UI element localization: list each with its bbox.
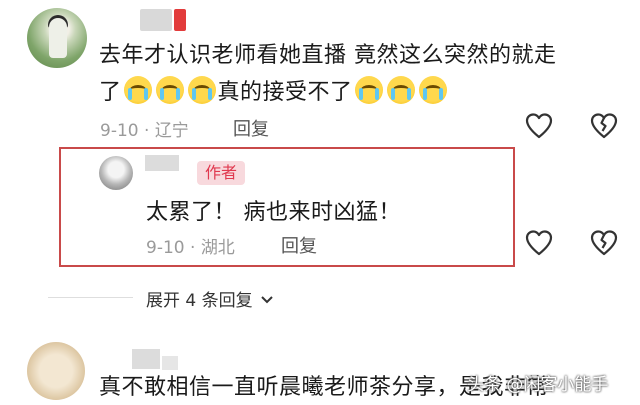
expand-replies-button[interactable]: 展开 4 条回复 [146, 286, 274, 311]
crying-face-icon [155, 76, 184, 104]
meta-separator: · [190, 238, 196, 258]
commenter-name-blurred[interactable] [132, 349, 160, 369]
comment-text-mid: 真的接受不了 [217, 80, 353, 105]
commenter-name-redaction [174, 9, 186, 31]
expand-divider [48, 297, 133, 298]
reply-meta: 9-10 · 湖北 [146, 233, 235, 258]
crying-face-icon [187, 76, 216, 104]
author-badge: 作者 [197, 161, 245, 185]
reply-location: 湖北 [200, 238, 235, 258]
crying-face-icon [123, 76, 152, 104]
author-name-blurred[interactable] [145, 155, 179, 171]
watermark: 头条 @闲客小能手 [467, 375, 609, 395]
comment-meta: 9-10 · 辽宁 [100, 116, 189, 141]
commenter-avatar[interactable] [27, 342, 85, 400]
comment-date: 9-10 [100, 121, 139, 141]
meta-separator: · [144, 121, 150, 141]
crying-face-icon [418, 76, 447, 104]
comment-location: 辽宁 [154, 121, 189, 141]
comment-text-line2: 了 真的接受不了 [99, 76, 449, 110]
expand-replies-label: 展开 4 条回复 [146, 291, 253, 311]
author-avatar[interactable] [99, 156, 133, 190]
avatar-figure [49, 18, 67, 58]
reply-date: 9-10 [146, 238, 185, 258]
chevron-down-icon [261, 296, 273, 304]
comment-text-prefix: 了 [99, 80, 122, 105]
like-heart-icon[interactable] [524, 228, 554, 258]
commenter-avatar[interactable] [27, 8, 87, 68]
crying-face-icon [386, 76, 415, 104]
dislike-broken-heart-icon[interactable] [589, 228, 619, 258]
reply-text: 太累了！ 病也来时凶猛！ [146, 200, 401, 225]
like-heart-icon[interactable] [524, 111, 554, 141]
reply-reply-button[interactable]: 回复 [281, 232, 317, 258]
dislike-broken-heart-icon[interactable] [589, 111, 619, 141]
commenter-name-blurred [162, 356, 178, 370]
crying-face-icon [354, 76, 383, 104]
comment-text-line1: 去年才认识老师看她直播 竟然这么突然的就走 [99, 43, 557, 68]
commenter-name-blurred[interactable] [140, 9, 172, 31]
reply-button[interactable]: 回复 [233, 115, 269, 141]
